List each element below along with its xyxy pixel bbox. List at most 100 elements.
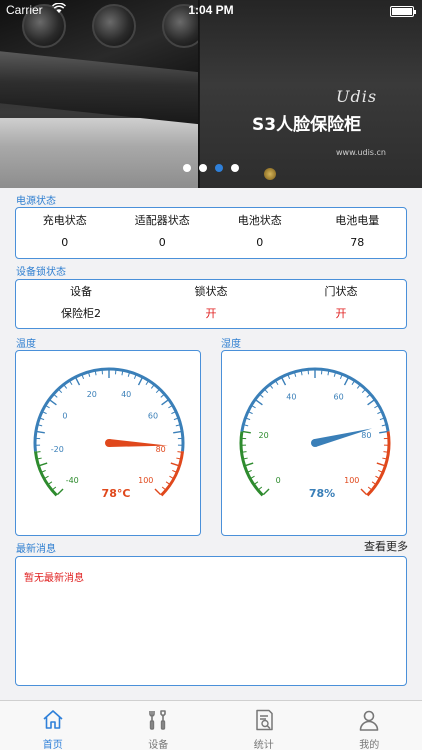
gauge-tick-label: 0: [62, 411, 67, 420]
gauge-tick-label: 40: [286, 393, 296, 402]
banner-safe-door: [200, 0, 422, 188]
gauge-tick-label: -20: [51, 445, 64, 454]
charge-status-value: 0: [61, 236, 69, 249]
gauge-tick: [170, 462, 179, 467]
gauge-tick: [255, 399, 263, 406]
gauge-tick: [36, 430, 45, 434]
gauge-tick: [161, 399, 169, 406]
tab-devices[interactable]: 设备: [106, 701, 212, 750]
gauge-tick: [281, 377, 287, 386]
battery-status-value: 0: [256, 236, 264, 249]
gauge-tick: [171, 411, 176, 415]
page-dot[interactable]: [183, 164, 191, 172]
gauge-tick: [154, 488, 162, 496]
messages-section-title: 最新消息: [16, 544, 56, 555]
gauge-tick: [294, 372, 297, 377]
gauge-tick: [367, 486, 372, 490]
temperature-section-title: 温度: [16, 339, 36, 350]
gauge-tick: [367, 399, 375, 406]
gauge-tick: [360, 488, 368, 496]
tab-statistics[interactable]: 统计: [211, 701, 317, 750]
gauge-tick: [155, 389, 160, 394]
tab-label: 我的: [359, 740, 380, 750]
home-icon: [43, 710, 63, 729]
gauge-tick: [169, 475, 174, 479]
banner-brand: Udis: [336, 87, 378, 106]
gauge-tick: [262, 488, 270, 496]
tab-label: 设备: [148, 740, 169, 750]
gauge-tick: [150, 385, 155, 389]
temperature-gauge-card: -40 -20 0 20 40 60 80 100 78°C: [15, 350, 201, 536]
adapter-status-header: 适配器状态: [134, 214, 190, 227]
gauge-tick: [175, 424, 180, 427]
gauge-tick: [69, 381, 73, 386]
gauge-tick: [327, 371, 330, 376]
banner-product-name: S3人脸保险柜: [252, 115, 362, 135]
gauge-tick: [379, 430, 388, 434]
gauge-tick: [377, 411, 382, 415]
gauge-tick: [53, 394, 58, 398]
gauge-tick: [160, 394, 165, 398]
gauge-tick: [383, 451, 388, 453]
gauge-tick-label: 40: [121, 390, 131, 399]
view-more-link[interactable]: 查看更多: [364, 538, 408, 554]
gauge-tick: [173, 417, 178, 421]
gauge-tick: [38, 424, 43, 427]
gauge-tick: [165, 481, 170, 485]
gauge-tick: [172, 469, 177, 473]
gauge-tick: [48, 481, 53, 485]
page-dot[interactable]: [231, 164, 239, 172]
lock-state-value: 开: [205, 307, 217, 320]
lock-state-header: 锁状态: [194, 285, 228, 298]
temperature-needle: [108, 439, 168, 447]
gauge-tick: [246, 417, 251, 421]
page-dot[interactable]: [199, 164, 207, 172]
gauge-arc-segment: [33, 367, 185, 452]
banner-website: www.udis.cn: [336, 148, 386, 157]
clock: 1:04 PM: [188, 3, 234, 17]
gauge-tick-label: 20: [87, 390, 97, 399]
gauge-tick: [173, 430, 182, 434]
power-status-card: 充电状态 适配器状态 电池状态 电池电量 0 0 0 78: [15, 207, 407, 259]
messages-card: 暂无最新消息: [15, 556, 407, 686]
gauge-tick: [339, 374, 343, 380]
device-name-value: 保险柜2: [61, 307, 101, 320]
gauge-tick: [177, 451, 182, 453]
person-icon: [359, 710, 379, 731]
lock-status-card: 设备 锁状态 门状态 保险柜2 开 开: [15, 279, 407, 329]
gauge-tick: [176, 457, 181, 460]
charge-status-header: 充电状态: [42, 214, 87, 227]
gauge-tick: [300, 371, 303, 376]
gauge-tick: [375, 475, 380, 479]
gauge-tick: [242, 451, 247, 453]
product-banner[interactable]: Udis S3人脸保险柜 www.udis.cn: [0, 0, 422, 188]
gauge-tick: [366, 394, 371, 398]
gauge-tick: [88, 372, 91, 377]
page-dot[interactable]: [215, 164, 223, 172]
gauge-tick: [251, 405, 256, 409]
gauge-tick-label: 80: [361, 431, 371, 440]
gauge-tick: [168, 405, 173, 409]
gauge-tick: [75, 377, 81, 386]
temperature-needle-hub: [105, 439, 113, 447]
gauge-tick: [379, 417, 384, 421]
gauge-tick: [356, 385, 361, 389]
gauge-tick: [137, 377, 143, 386]
humidity-gauge: 0 20 40 60 80 100 78%: [239, 367, 391, 500]
gauge-tick: [244, 424, 249, 427]
temperature-gauge: -40 -20 0 20 40 60 80 100 78°C: [33, 367, 185, 500]
gauge-tick: [121, 371, 124, 376]
gauge-tick: [133, 374, 137, 380]
gauge-tick: [381, 424, 386, 427]
page-indicator[interactable]: [0, 164, 422, 172]
report-icon: [256, 709, 273, 731]
gauge-tick: [40, 417, 45, 421]
battery-icon: [390, 6, 416, 17]
humidity-section-title: 湿度: [221, 339, 241, 350]
gauge-tick: [56, 488, 64, 496]
tab-home[interactable]: 首页: [0, 701, 106, 750]
tab-profile[interactable]: 我的: [317, 701, 422, 750]
gauge-tick: [248, 411, 253, 415]
gauge-tick-label: 100: [138, 476, 153, 485]
gauge-tick: [264, 389, 269, 394]
